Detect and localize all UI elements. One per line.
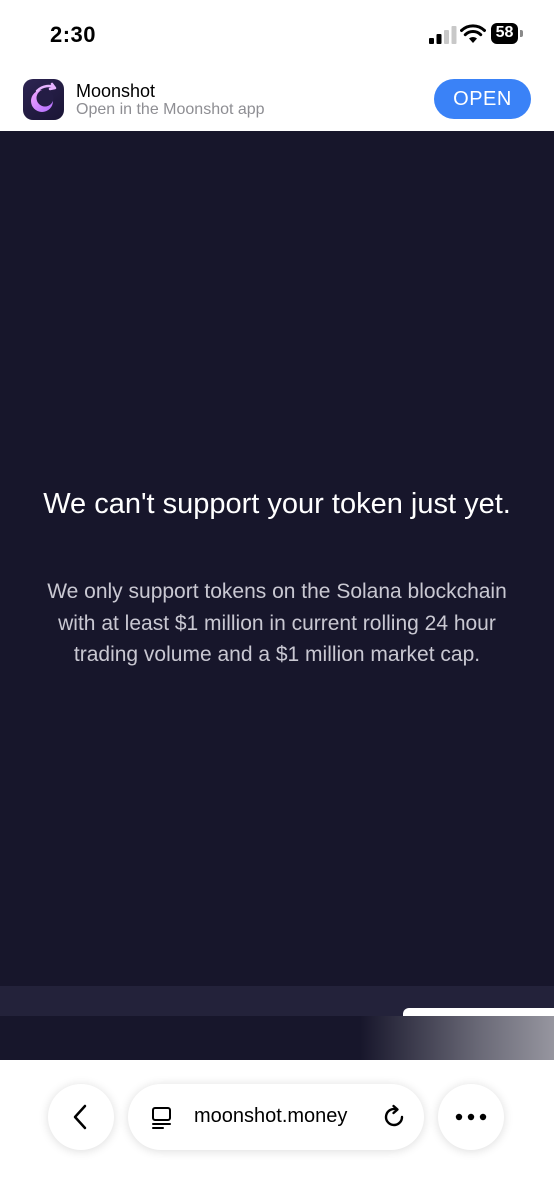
browser-toolbar: moonshot.money xyxy=(0,1060,554,1200)
main-content: We can't support your token just yet. We… xyxy=(0,131,554,986)
cellular-signal-icon xyxy=(429,26,457,44)
page-bottom-strip xyxy=(0,986,554,1060)
address-bar[interactable]: moonshot.money xyxy=(128,1084,424,1150)
url-text[interactable]: moonshot.money xyxy=(194,1105,347,1128)
moonshot-app-icon xyxy=(23,79,64,120)
unsupported-token-description: We only support tokens on the Solana blo… xyxy=(47,580,507,666)
reload-icon[interactable] xyxy=(381,1104,407,1130)
battery-level: 58 xyxy=(495,24,514,41)
sheet-edge xyxy=(403,1008,554,1016)
status-time: 2:30 xyxy=(50,22,97,47)
more-button[interactable] xyxy=(438,1084,504,1150)
scroll-fade xyxy=(360,1016,554,1060)
more-dots-icon xyxy=(455,1113,487,1121)
reader-mode-icon[interactable] xyxy=(150,1106,174,1130)
open-app-button[interactable]: OPEN xyxy=(434,79,531,119)
status-bar: 2:30 58 xyxy=(0,0,554,70)
app-name: Moonshot xyxy=(76,81,156,101)
back-button[interactable] xyxy=(48,1084,114,1150)
back-chevron-icon xyxy=(73,1104,87,1130)
smart-app-banner[interactable]: Moonshot Open in the Moonshot app OPEN xyxy=(0,70,554,130)
battery-icon: 58 xyxy=(491,23,524,44)
app-subtitle: Open in the Moonshot app xyxy=(76,101,265,118)
unsupported-token-heading: We can't support your token just yet. xyxy=(43,488,511,520)
wifi-icon xyxy=(460,24,486,43)
